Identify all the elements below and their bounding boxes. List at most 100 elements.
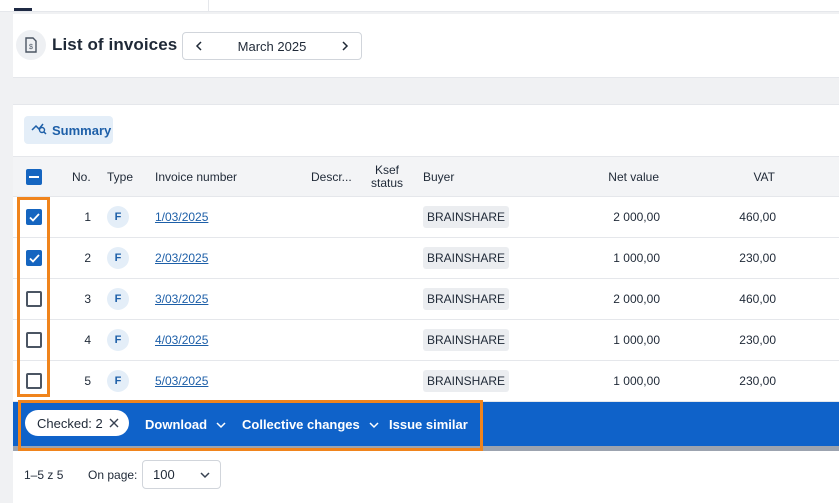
chevron-right-icon[interactable] — [337, 38, 353, 54]
column-header-no[interactable]: No. — [72, 157, 91, 196]
row-type-cell: F — [107, 361, 129, 401]
checked-count-chip[interactable]: Checked: 2 — [25, 410, 129, 436]
svg-text:$: $ — [29, 44, 33, 51]
invoice-number-link[interactable]: 4/03/2025 — [155, 333, 208, 347]
page-title: List of invoices — [52, 35, 178, 54]
column-header-invoice-number[interactable]: Invoice number — [155, 157, 237, 196]
row-invoice-cell: 1/03/2025 — [155, 197, 208, 237]
row-checkbox[interactable] — [26, 250, 42, 266]
issue-similar-button[interactable]: Issue similar — [389, 402, 468, 446]
chevron-left-icon[interactable] — [191, 38, 207, 54]
invoice-type-badge: F — [107, 206, 129, 228]
row-buyer-cell: BRAINSHARE — [423, 279, 510, 319]
ksef-header-line1: Ksef — [374, 162, 399, 177]
invoice-number-link[interactable]: 1/03/2025 — [155, 210, 208, 224]
column-header-vat[interactable]: VAT — [703, 157, 775, 196]
row-select-cell — [26, 279, 42, 319]
pagination-range: 1–5 z 5 — [24, 468, 64, 482]
row-vat: 460,00 — [739, 210, 776, 224]
chart-search-icon — [31, 121, 47, 140]
chevron-down-icon — [369, 417, 379, 432]
column-header-net-value[interactable]: Net value — [573, 157, 659, 196]
invoice-number-link[interactable]: 5/03/2025 — [155, 374, 208, 388]
row-number: 5 — [84, 374, 91, 388]
download-label: Download — [145, 416, 208, 432]
bulk-action-bar: Checked: 2 Download Collective changes I… — [13, 402, 839, 451]
page-size-select[interactable]: 100 — [142, 460, 221, 489]
horizontal-scrollbar[interactable] — [13, 446, 839, 451]
buyer-tag: BRAINSHARE — [423, 206, 510, 228]
row-select-cell — [26, 361, 42, 401]
buyer-tag: BRAINSHARE — [423, 288, 510, 310]
chevron-down-icon — [216, 417, 226, 432]
table-row[interactable]: 4 F 4/03/2025 BRAINSHARE 1 000,00 230,00 — [13, 320, 839, 361]
page-size-value: 100 — [153, 467, 175, 482]
column-header-ksef-status[interactable]: Ksef status — [365, 157, 409, 196]
row-number: 4 — [84, 333, 91, 347]
invoice-type-badge: F — [107, 329, 129, 351]
column-header-description[interactable]: Descr... — [311, 157, 352, 196]
row-checkbox[interactable] — [26, 291, 42, 307]
close-icon[interactable] — [109, 416, 119, 431]
row-select-cell — [26, 238, 42, 278]
month-selector: March 2025 — [182, 32, 362, 60]
row-type-cell: F — [107, 238, 129, 278]
row-select-cell — [26, 197, 42, 237]
row-checkbox[interactable] — [26, 373, 42, 389]
page-header: $ List of invoices March 2025 — [13, 14, 839, 78]
invoice-type-badge: F — [107, 370, 129, 392]
row-buyer-cell: BRAINSHARE — [423, 361, 510, 401]
row-vat: 230,00 — [739, 333, 776, 347]
collective-changes-button[interactable]: Collective changes — [242, 402, 379, 446]
invoice-number-link[interactable]: 3/03/2025 — [155, 292, 208, 306]
select-all-cell — [26, 157, 42, 196]
buyer-tag: BRAINSHARE — [423, 370, 510, 392]
document-dollar-icon: $ — [16, 30, 46, 60]
column-header-buyer[interactable]: Buyer — [423, 157, 454, 196]
issue-similar-label: Issue similar — [389, 416, 468, 432]
row-number: 3 — [84, 292, 91, 306]
row-number: 2 — [84, 251, 91, 265]
row-net-value: 1 000,00 — [613, 251, 660, 265]
invoice-table-card: Summary No. Type Invoice number Descr...… — [13, 104, 839, 503]
row-select-cell — [26, 320, 42, 360]
row-vat: 230,00 — [739, 374, 776, 388]
ksef-header-line2: status — [370, 175, 403, 190]
summary-button[interactable]: Summary — [24, 116, 113, 144]
buyer-tag: BRAINSHARE — [423, 329, 510, 351]
summary-label: Summary — [52, 122, 112, 138]
download-button[interactable]: Download — [145, 402, 226, 446]
top-bar-divider — [208, 0, 209, 12]
row-net-value: 2 000,00 — [613, 292, 660, 306]
table-row[interactable]: 2 F 2/03/2025 BRAINSHARE 1 000,00 230,00 — [13, 238, 839, 279]
checked-count-label: Checked: 2 — [37, 415, 103, 431]
table-row[interactable]: 1 F 1/03/2025 BRAINSHARE 2 000,00 460,00 — [13, 197, 839, 238]
row-type-cell: F — [107, 279, 129, 319]
row-net-value: 1 000,00 — [613, 333, 660, 347]
row-invoice-cell: 3/03/2025 — [155, 279, 208, 319]
column-header-type[interactable]: Type — [107, 157, 133, 196]
chevron-down-icon — [200, 467, 210, 482]
row-invoice-cell: 2/03/2025 — [155, 238, 208, 278]
invoice-number-link[interactable]: 2/03/2025 — [155, 251, 208, 265]
row-type-cell: F — [107, 197, 129, 237]
row-number: 1 — [84, 210, 91, 224]
page-size-label: On page: — [88, 468, 138, 482]
select-all-checkbox[interactable] — [26, 168, 42, 185]
current-month: March 2025 — [237, 38, 307, 54]
top-bar — [0, 0, 839, 12]
active-tab-indicator — [14, 8, 32, 11]
row-vat: 460,00 — [739, 292, 776, 306]
row-checkbox[interactable] — [26, 209, 42, 225]
pagination-footer: 1–5 z 5 On page: 100 — [13, 454, 839, 503]
row-buyer-cell: BRAINSHARE — [423, 238, 510, 278]
row-vat: 230,00 — [739, 251, 776, 265]
buyer-tag: BRAINSHARE — [423, 247, 510, 269]
row-net-value: 1 000,00 — [613, 374, 660, 388]
table-row[interactable]: 5 F 5/03/2025 BRAINSHARE 1 000,00 230,00 — [13, 361, 839, 402]
invoice-type-badge: F — [107, 288, 129, 310]
row-checkbox[interactable] — [26, 332, 42, 348]
table-row[interactable]: 3 F 3/03/2025 BRAINSHARE 2 000,00 460,00 — [13, 279, 839, 320]
collective-changes-label: Collective changes — [242, 416, 360, 432]
row-type-cell: F — [107, 320, 129, 360]
